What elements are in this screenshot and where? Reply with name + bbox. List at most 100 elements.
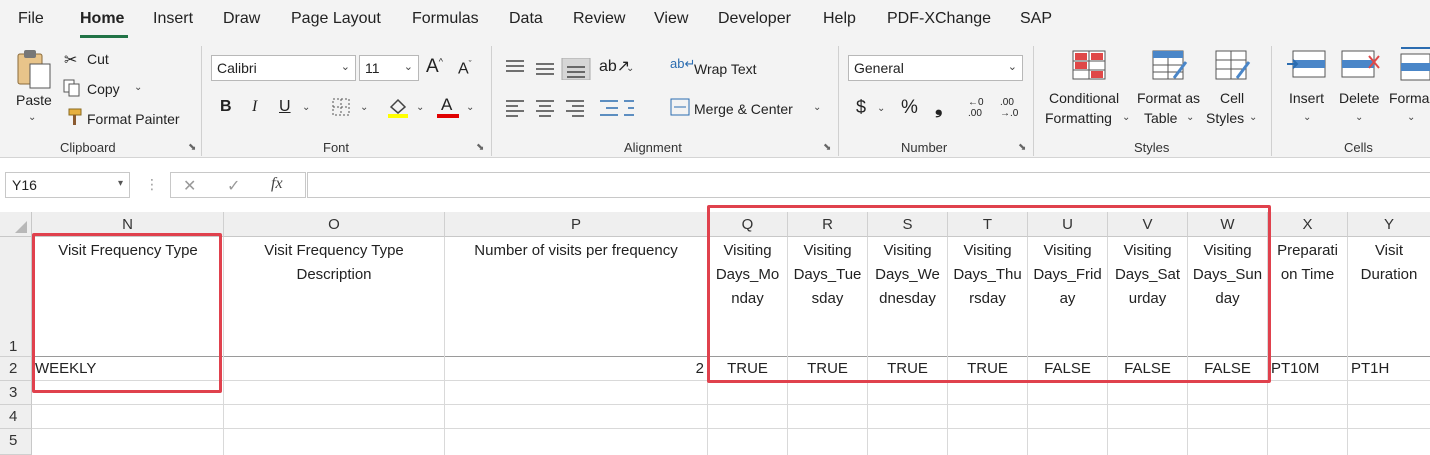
copy-icon[interactable]: [63, 79, 81, 97]
column-header-p[interactable]: P: [445, 212, 708, 237]
menu-data[interactable]: Data: [509, 10, 543, 28]
cell-o2[interactable]: [226, 360, 442, 380]
conditional-formatting-button[interactable]: Conditional: [1049, 90, 1119, 106]
column-header-x[interactable]: X: [1268, 212, 1348, 237]
cell-x2[interactable]: PT10M: [1271, 360, 1347, 380]
middle-align-icon[interactable]: [536, 63, 554, 75]
insert-function-icon[interactable]: fx: [271, 175, 283, 193]
number-format-combo[interactable]: General ⌄: [848, 55, 1023, 81]
fill-color-dropdown-icon[interactable]: ⌄: [416, 102, 424, 113]
format-as-table-label-2[interactable]: Table: [1144, 110, 1177, 126]
number-launcher-icon[interactable]: ⬊: [1018, 142, 1026, 153]
copy-button[interactable]: Copy: [87, 81, 120, 97]
menu-pdf-xchange[interactable]: PDF-XChange: [887, 10, 991, 28]
menu-help[interactable]: Help: [823, 10, 856, 28]
column-header-o[interactable]: O: [224, 212, 445, 237]
menu-file[interactable]: File: [18, 10, 44, 28]
cell-styles-label-2[interactable]: Styles: [1206, 110, 1244, 126]
row-header-3[interactable]: 3: [0, 381, 32, 405]
increase-indent-icon[interactable]: [624, 100, 634, 116]
alignment-launcher-icon[interactable]: ⬊: [823, 142, 831, 153]
percent-button[interactable]: %: [901, 97, 918, 119]
row-header-2[interactable]: 2: [0, 357, 32, 381]
cancel-icon[interactable]: ✕: [183, 176, 196, 196]
comma-button[interactable]: ❟: [935, 97, 942, 119]
italic-button[interactable]: I: [252, 98, 257, 116]
grow-font-button[interactable]: A^: [426, 56, 443, 78]
insert-dropdown-icon[interactable]: ⌄: [1303, 112, 1311, 123]
cell-p2[interactable]: 2: [447, 360, 704, 380]
font-color-button[interactable]: A: [441, 95, 452, 115]
menu-developer[interactable]: Developer: [718, 10, 791, 28]
format-as-table-button[interactable]: Format as: [1137, 90, 1200, 106]
select-all-corner[interactable]: [0, 212, 32, 237]
menu-home[interactable]: Home: [80, 10, 124, 28]
format-cells-button[interactable]: Forma: [1389, 90, 1429, 106]
row-header-1[interactable]: 1: [0, 237, 32, 357]
paste-dropdown-icon[interactable]: ⌄: [28, 112, 36, 123]
bold-button[interactable]: B: [220, 98, 232, 116]
delete-cells-button[interactable]: Delete: [1339, 90, 1379, 106]
cell-o1[interactable]: Visit Frequency Type Description: [224, 237, 444, 356]
font-size-combo[interactable]: 11 ⌄: [359, 55, 419, 81]
cut-button[interactable]: Cut: [87, 51, 109, 67]
merge-center-button[interactable]: Merge & Center: [694, 101, 793, 117]
font-color-swatch-icon: [437, 114, 459, 118]
name-box-value: Y16: [12, 177, 37, 193]
fill-color-icon[interactable]: [387, 95, 409, 119]
format-painter-icon[interactable]: [63, 108, 83, 126]
row-header-4[interactable]: 4: [0, 405, 32, 429]
currency-dropdown-icon[interactable]: ⌄: [877, 103, 885, 114]
borders-dropdown-icon[interactable]: ⌄: [360, 102, 368, 113]
clipboard-launcher-icon[interactable]: ⬊: [188, 142, 196, 153]
shrink-font-button[interactable]: Aˇ: [458, 59, 472, 78]
cell-y2[interactable]: PT1H: [1351, 360, 1429, 380]
borders-icon[interactable]: [332, 98, 350, 116]
format-as-table-dropdown-icon[interactable]: ⌄: [1186, 112, 1194, 123]
paste-button[interactable]: [14, 48, 54, 95]
font-name-combo[interactable]: Calibri ⌄: [211, 55, 356, 81]
wrap-text-button[interactable]: Wrap Text: [694, 61, 757, 77]
column-header-y[interactable]: Y: [1348, 212, 1430, 237]
align-center-icon[interactable]: [536, 100, 554, 117]
menu-view[interactable]: View: [654, 10, 688, 28]
name-box[interactable]: Y16 ▾: [5, 172, 130, 198]
cell-x1[interactable]: Preparati on Time: [1268, 237, 1347, 356]
menu-draw[interactable]: Draw: [223, 10, 260, 28]
format-painter-button[interactable]: Format Painter: [87, 111, 180, 127]
cut-icon[interactable]: ✂: [64, 50, 77, 70]
menu-review[interactable]: Review: [573, 10, 625, 28]
menu-insert[interactable]: Insert: [153, 10, 193, 28]
conditional-dropdown-icon[interactable]: ⌄: [1122, 112, 1130, 123]
format-dropdown-icon[interactable]: ⌄: [1407, 112, 1415, 123]
menu-formulas[interactable]: Formulas: [412, 10, 479, 28]
font-color-dropdown-icon[interactable]: ⌄: [466, 102, 474, 113]
cell-p1[interactable]: Number of visits per frequency: [445, 237, 707, 356]
menu-sap[interactable]: SAP: [1020, 10, 1052, 28]
formula-input[interactable]: [307, 172, 1430, 198]
underline-button[interactable]: U: [279, 98, 291, 116]
align-left-icon[interactable]: [506, 100, 524, 117]
decrease-indent-icon[interactable]: [600, 100, 618, 116]
enter-icon[interactable]: ✓: [227, 176, 240, 196]
conditional-formatting-label-2[interactable]: Formatting: [1045, 110, 1112, 126]
increase-decimal-button[interactable]: ←0 .00: [968, 97, 984, 119]
menu-page-layout[interactable]: Page Layout: [291, 10, 381, 28]
delete-dropdown-icon[interactable]: ⌄: [1355, 112, 1363, 123]
decrease-decimal-button[interactable]: .00 →.0: [1000, 97, 1018, 119]
font-launcher-icon[interactable]: ⬊: [476, 142, 484, 153]
cell-styles-button[interactable]: Cell: [1220, 90, 1244, 106]
copy-dropdown-icon[interactable]: ⌄: [134, 82, 142, 93]
row-header-5[interactable]: 5: [0, 429, 32, 455]
cell-y1[interactable]: Visit Duration: [1348, 237, 1430, 356]
paste-label[interactable]: Paste: [16, 92, 52, 108]
orientation-dropdown-icon[interactable]: ⌄: [626, 63, 634, 74]
merge-dropdown-icon[interactable]: ⌄: [813, 102, 821, 113]
align-right-icon[interactable]: [566, 100, 584, 117]
insert-cells-button[interactable]: Insert: [1289, 90, 1324, 106]
underline-dropdown-icon[interactable]: ⌄: [302, 102, 310, 113]
cell-styles-dropdown-icon[interactable]: ⌄: [1249, 112, 1257, 123]
top-align-icon[interactable]: [506, 60, 524, 72]
font-color-swatch: [437, 114, 459, 118]
currency-button[interactable]: $: [856, 97, 866, 118]
